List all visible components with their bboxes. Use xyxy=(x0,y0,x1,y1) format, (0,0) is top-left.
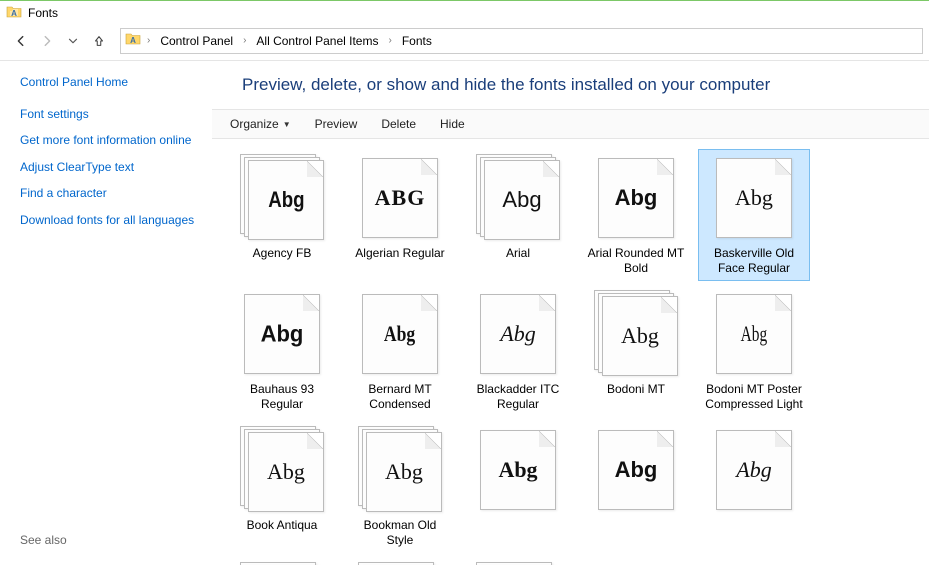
font-label: Bauhaus 93 Regular xyxy=(231,382,333,412)
font-thumb: Abg xyxy=(592,290,680,378)
chevron-down-icon: ▼ xyxy=(283,120,291,129)
font-thumb: Abg xyxy=(592,426,680,514)
font-thumb: Abg xyxy=(592,154,680,242)
font-label: Book Antiqua xyxy=(247,518,318,533)
font-sample: Abg xyxy=(741,323,768,345)
font-item[interactable]: Abg Bauhaus 93 Regular xyxy=(226,285,338,417)
font-label: Bernard MT Condensed xyxy=(349,382,451,412)
font-item[interactable]: Abg Bodoni MT Poster Compressed Light xyxy=(698,285,810,417)
organize-button[interactable]: Organize ▼ xyxy=(220,113,301,135)
font-thumb: Abg xyxy=(474,290,562,378)
recent-locations-button[interactable] xyxy=(62,30,84,52)
font-sample: Abg xyxy=(261,322,304,345)
font-item[interactable]: Abg Bookman Old Style xyxy=(344,421,456,553)
font-thumb: Abg xyxy=(356,426,444,514)
sidebar-links: Font settings Get more font information … xyxy=(20,107,200,229)
font-thumb: Abg xyxy=(238,154,326,242)
sidebar-link-font-settings[interactable]: Font settings xyxy=(20,107,200,123)
font-sample: Abg xyxy=(502,189,541,211)
sidebar-link-download-fonts[interactable]: Download fonts for all languages xyxy=(20,213,200,229)
font-label: Bodoni MT xyxy=(607,382,665,397)
delete-button[interactable]: Delete xyxy=(371,113,426,135)
control-panel-home-link[interactable]: Control Panel Home xyxy=(20,75,200,91)
preview-button[interactable]: Preview xyxy=(305,113,368,135)
font-item[interactable]: ABG Algerian Regular xyxy=(344,149,456,281)
page-heading: Preview, delete, or show and hide the fo… xyxy=(212,61,929,109)
font-item[interactable]: Abg Book Antiqua xyxy=(226,421,338,553)
window-title: Fonts xyxy=(28,6,58,20)
font-item[interactable]: Abg Agency FB xyxy=(226,149,338,281)
font-sample: Abg xyxy=(267,461,305,483)
back-button[interactable] xyxy=(10,30,32,52)
address-bar[interactable]: A › Control Panel › All Control Panel It… xyxy=(120,28,923,54)
font-label: Arial Rounded MT Bold xyxy=(585,246,687,276)
sidebar-link-cleartype[interactable]: Adjust ClearType text xyxy=(20,160,200,176)
font-sample: Abg xyxy=(621,325,659,347)
font-sample: Abg xyxy=(736,459,771,481)
font-sample: ABG xyxy=(375,187,426,209)
font-sample: Abg xyxy=(615,459,658,481)
address-icon: A xyxy=(125,31,141,50)
sidebar: Control Panel Home Font settings Get mor… xyxy=(0,61,212,565)
sidebar-link-more-info[interactable]: Get more font information online xyxy=(20,133,200,149)
font-thumb: Abg xyxy=(356,290,444,378)
font-item[interactable]: Abg xyxy=(226,557,338,565)
content-body: Control Panel Home Font settings Get mor… xyxy=(0,61,929,565)
font-item[interactable]: Abg Blackadder ITC Regular xyxy=(462,285,574,417)
font-label: Arial xyxy=(506,246,530,261)
font-sample: Abg xyxy=(385,461,423,483)
font-item[interactable]: Abg Baskerville Old Face Regular xyxy=(698,149,810,281)
font-thumb: Abg xyxy=(238,290,326,378)
nav-bar: A › Control Panel › All Control Panel It… xyxy=(0,25,929,61)
font-thumb: Abg xyxy=(474,426,562,514)
up-button[interactable] xyxy=(88,30,110,52)
main-panel: Preview, delete, or show and hide the fo… xyxy=(212,61,929,565)
font-label: Algerian Regular xyxy=(355,246,444,261)
font-label: Agency FB xyxy=(253,246,312,261)
chevron-right-icon[interactable]: › xyxy=(239,35,250,46)
breadcrumb-item[interactable]: All Control Panel Items xyxy=(252,32,382,50)
font-label: Bookman Old Style xyxy=(349,518,451,548)
font-sample: Abg xyxy=(384,323,415,345)
font-item[interactable]: Abg xyxy=(462,557,574,565)
font-grid[interactable]: AbgAgency FBABGAlgerian RegularAbgArialA… xyxy=(212,139,929,565)
folder-icon: A xyxy=(6,4,22,23)
font-thumb: Abg xyxy=(474,154,562,242)
chevron-right-icon[interactable]: › xyxy=(143,35,154,46)
font-item[interactable]: Abg Arial xyxy=(462,149,574,281)
fonts-window: A Fonts A › Control Panel › All Control … xyxy=(0,0,929,565)
font-sample: Abg xyxy=(615,187,658,209)
font-sample: Abg xyxy=(268,189,304,211)
chevron-right-icon[interactable]: › xyxy=(384,35,395,46)
font-thumb: Abg xyxy=(710,154,798,242)
forward-button[interactable] xyxy=(36,30,58,52)
sidebar-link-find-character[interactable]: Find a character xyxy=(20,186,200,202)
svg-text:A: A xyxy=(130,36,136,45)
font-sample: Abg xyxy=(735,187,773,209)
font-thumb: Abg xyxy=(710,290,798,378)
font-sample: Abg xyxy=(498,459,537,481)
font-item[interactable]: Abg xyxy=(462,421,574,553)
font-thumb: ABG xyxy=(356,154,444,242)
font-thumb: Abg xyxy=(710,426,798,514)
breadcrumb-item[interactable]: Fonts xyxy=(398,32,436,50)
titlebar: A Fonts xyxy=(0,1,929,25)
font-label: Blackadder ITC Regular xyxy=(467,382,569,412)
font-thumb: Abg xyxy=(238,426,326,514)
font-item[interactable]: Abg Bernard MT Condensed xyxy=(344,285,456,417)
breadcrumb-item[interactable]: Control Panel xyxy=(156,32,237,50)
font-item[interactable]: Abg Bodoni MT xyxy=(580,285,692,417)
font-label: Bodoni MT Poster Compressed Light xyxy=(703,382,805,412)
font-item[interactable]: Abg xyxy=(698,421,810,553)
font-item[interactable]: Abg xyxy=(344,557,456,565)
organize-label: Organize xyxy=(230,117,279,131)
font-sample: Abg xyxy=(500,323,535,345)
hide-button[interactable]: Hide xyxy=(430,113,475,135)
font-item[interactable]: Abg Arial Rounded MT Bold xyxy=(580,149,692,281)
font-item[interactable]: Abg xyxy=(580,421,692,553)
see-also-heading: See also xyxy=(20,533,200,553)
font-label: Baskerville Old Face Regular xyxy=(703,246,805,276)
toolbar: Organize ▼ Preview Delete Hide xyxy=(212,109,929,139)
svg-text:A: A xyxy=(11,9,17,18)
